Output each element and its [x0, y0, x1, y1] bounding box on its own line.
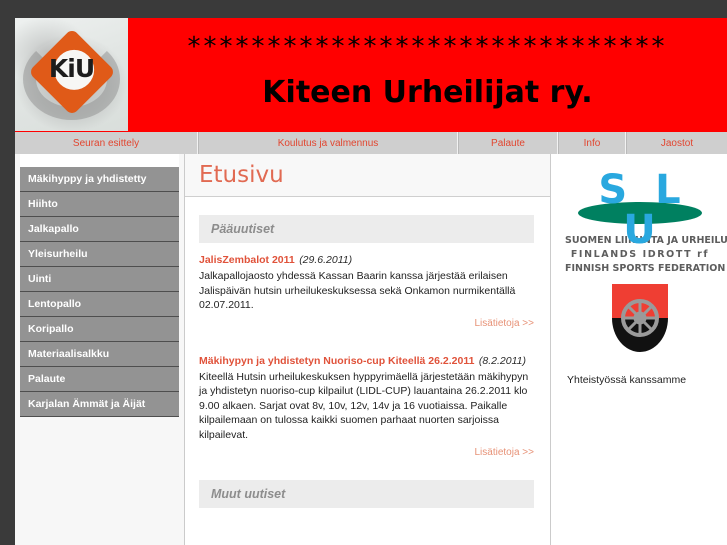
news-date: (29.6.2011)	[299, 254, 353, 266]
news-item: JalisZembalot 2011 (29.6.2011) Jalkapall…	[199, 250, 534, 329]
nav-item-palaute[interactable]: Palaute	[458, 132, 558, 154]
news-title[interactable]: Mäkihypyn ja yhdistetyn Nuoriso-cup Kite…	[199, 355, 474, 367]
news-date: (8.2.2011)	[478, 354, 526, 367]
sidebar-item-yleisurheilu[interactable]: Yleisurheilu	[20, 242, 179, 267]
page-title: Etusivu	[199, 162, 284, 188]
sidebar-item-hiihto[interactable]: Hiihto	[20, 192, 179, 217]
content-inner: Pääuutiset JalisZembalot 2011 (29.6.2011…	[185, 197, 550, 515]
wheel-icon	[621, 299, 659, 337]
primary-navigation: Seuran esittely Koulutus ja valmennus Pa…	[15, 131, 727, 154]
sidebar-item-lentopallo[interactable]: Lentopallo	[20, 292, 179, 317]
news-read-more-link[interactable]: Lisätietoja >>	[199, 447, 535, 458]
sidebar-item-palaute[interactable]: Palaute	[20, 367, 179, 392]
news-read-more-link[interactable]: Lisätietoja >>	[199, 318, 535, 329]
sidebar-item-koripallo[interactable]: Koripallo	[20, 317, 179, 342]
kiu-club-logo[interactable]: KiU	[15, 18, 128, 131]
nav-item-koulutus-ja-valmennus[interactable]: Koulutus ja valmennus	[198, 132, 458, 154]
page-title-bar: Etusivu	[185, 154, 550, 197]
news-title[interactable]: JalisZembalot 2011	[199, 254, 295, 266]
sidebar-item-materiaalisalkku[interactable]: Materiaalisalkku	[20, 342, 179, 367]
body-columns: Mäkihyppy ja yhdistetty Hiihto Jalkapall…	[15, 154, 727, 545]
sidebar-item-jalkapallo[interactable]: Jalkapallo	[20, 217, 179, 242]
sidebar-navigation: Mäkihyppy ja yhdistetty Hiihto Jalkapall…	[15, 154, 185, 545]
news-body: Kiteellä Hutsin urheilukeskuksen hyppyri…	[199, 370, 529, 441]
news-item: Mäkihypyn ja yhdistetyn Nuoriso-cup Kite…	[199, 351, 534, 459]
sidebar-item-uinti[interactable]: Uinti	[20, 267, 179, 292]
logo-text: KiU	[48, 54, 95, 83]
nav-item-jaostot[interactable]: Jaostot	[626, 132, 727, 154]
decorative-asterisk-row: ******************************	[187, 32, 668, 60]
right-sidebar: S L U SUOMEN LIIKUNTA JA URHEILU ry FINL…	[551, 154, 727, 545]
nav-item-info[interactable]: Info	[558, 132, 626, 154]
sidebar-top-spacer	[20, 154, 179, 167]
slu-letters: S L U	[598, 167, 688, 253]
header-title-wrap: ****************************** Kiteen Ur…	[128, 18, 727, 131]
nav-item-seuran-esittely[interactable]: Seuran esittely	[15, 132, 198, 154]
sidebar-item-karjalan-ammat-ja-aijat[interactable]: Karjalan Ämmät ja Äijät	[20, 392, 179, 417]
section-heading-paauutiset: Pääuutiset	[199, 215, 534, 243]
kitee-coat-of-arms-icon[interactable]	[612, 284, 668, 352]
news-body: Jalkapallojaosto yhdessä Kassan Baarin k…	[199, 270, 516, 311]
slu-line-english: FINNISH SPORTS FEDERATION	[565, 263, 726, 274]
news-separator	[199, 335, 534, 351]
partner-caption: Yhteistyössä kanssamme	[567, 374, 687, 386]
page-container: KiU ****************************** Kitee…	[15, 18, 727, 545]
section-heading-muut-uutiset: Muut uutiset	[199, 480, 534, 508]
sidebar-item-makihyppy-ja-yhdistetty[interactable]: Mäkihyppy ja yhdistetty	[20, 167, 179, 192]
sidebar-bottom-spacer	[20, 417, 179, 457]
news-separator	[199, 464, 534, 480]
site-header: KiU ****************************** Kitee…	[15, 18, 727, 131]
main-content: Etusivu Pääuutiset JalisZembalot 2011 (2…	[185, 154, 551, 545]
slu-logo[interactable]: S L U	[565, 170, 715, 250]
site-title: Kiteen Urheilijat ry.	[262, 75, 593, 110]
